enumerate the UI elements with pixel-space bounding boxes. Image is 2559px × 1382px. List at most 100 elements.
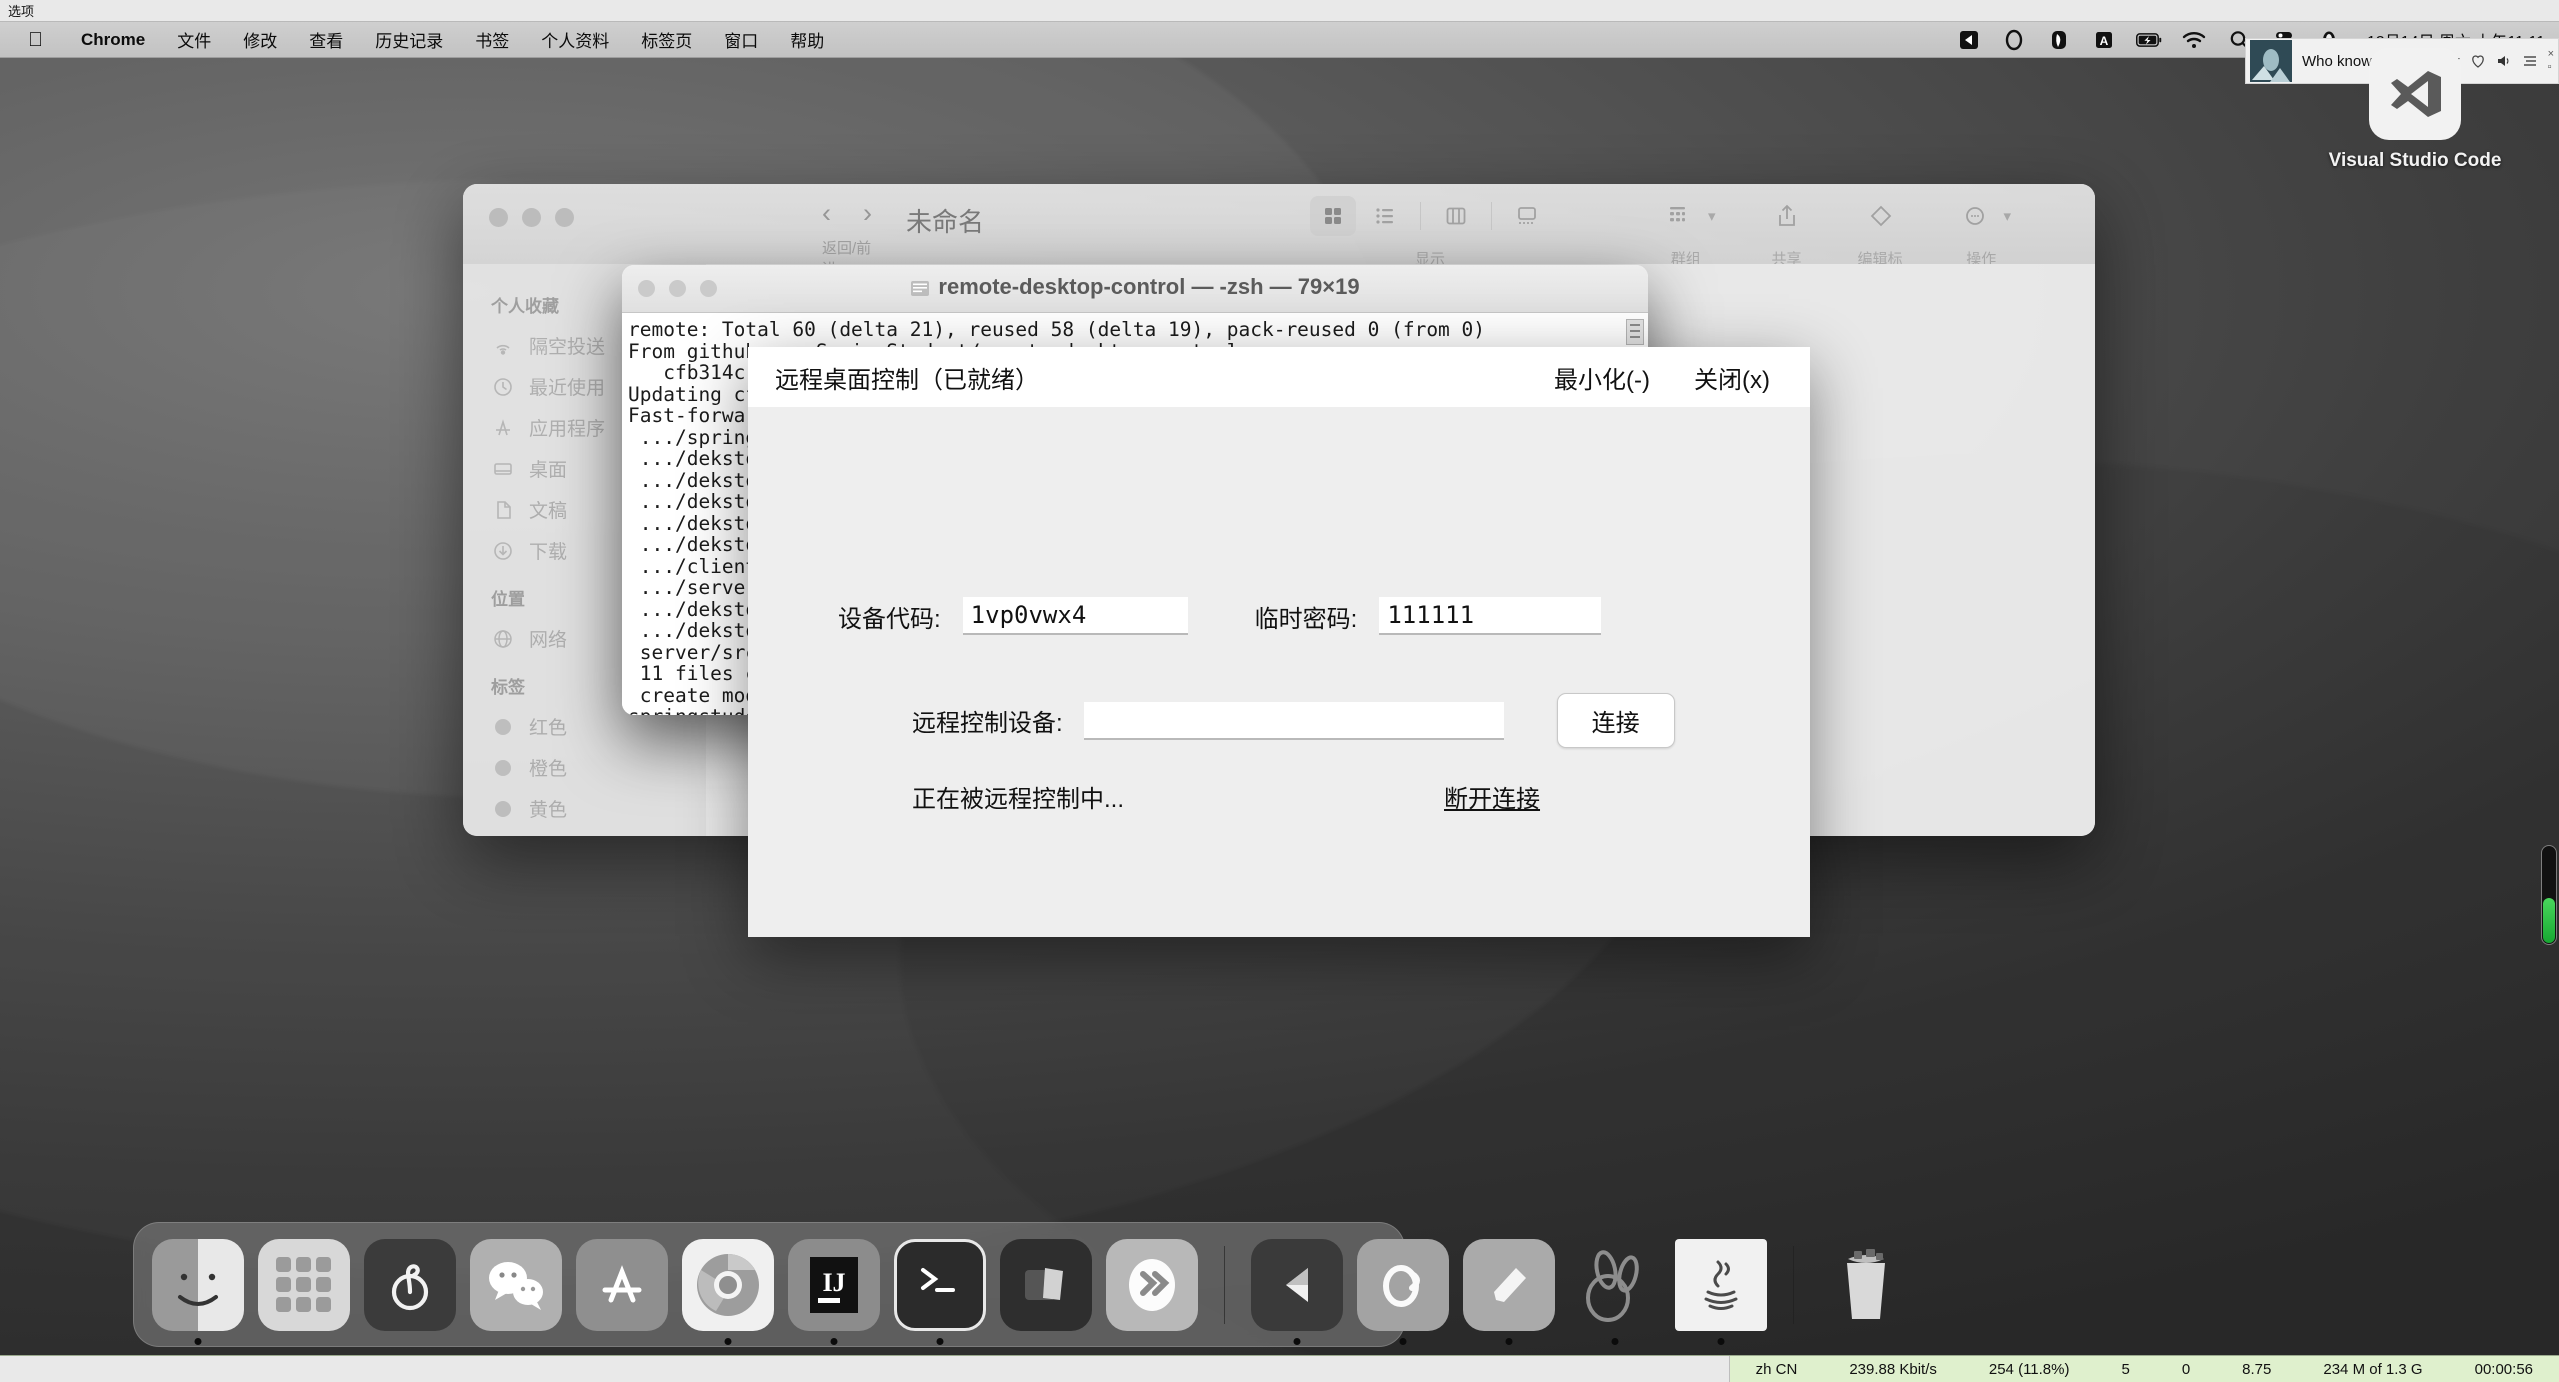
dock-item-trash[interactable] (1820, 1239, 1912, 1331)
dock-item-app-store[interactable] (576, 1238, 668, 1331)
dock-item-intellij-idea[interactable]: IJ (788, 1238, 880, 1345)
dock-item-launchpad[interactable] (258, 1238, 350, 1331)
screen-mirroring-icon[interactable] (1956, 27, 1982, 53)
input-source-icon[interactable] (2046, 27, 2072, 53)
dialog-body: 设备代码: 临时密码: 远程控制设备: 连接 正在被远程控制中... 断开连接 (748, 407, 1810, 937)
status-locale: zh CN (1755, 1360, 1798, 1378)
options-strip[interactable]: 选项 (0, 0, 2559, 22)
remote-desktop-dialog[interactable]: 远程桌面控制（已就绪） 最小化(-) 关闭(x) 设备代码: 临时密码: 远程控… (748, 347, 1810, 937)
dock-item-terminal[interactable] (894, 1238, 986, 1345)
device-code-label: 设备代码: (838, 605, 941, 633)
dialog-title: 远程桌面控制（已就绪） (775, 366, 1039, 394)
dock-item-pencil[interactable] (1463, 1238, 1555, 1345)
back-icon[interactable]: ‹ (822, 198, 831, 229)
dock-divider (1224, 1245, 1225, 1324)
chevron-down-icon[interactable]: ▾ (2004, 207, 2012, 225)
minimize-icon[interactable] (522, 208, 541, 227)
close-icon[interactable] (489, 208, 508, 227)
icon-view-icon[interactable] (1310, 196, 1357, 236)
menu-item-help[interactable]: 帮助 (774, 27, 840, 52)
launchpad-icon (258, 1238, 350, 1331)
disconnect-link[interactable]: 断开连接 (1444, 779, 1540, 814)
running-indicator (1505, 1337, 1513, 1345)
gallery-view-icon[interactable] (1504, 196, 1550, 236)
status-value-6: 8.75 (2242, 1360, 2272, 1378)
finder-view-group: 显示 (1310, 184, 1550, 269)
menu-item-file[interactable]: 文件 (161, 27, 227, 52)
menu-item-view[interactable]: 查看 (293, 27, 359, 52)
playlist-icon[interactable] (2522, 53, 2538, 69)
status-row: 正在被远程控制中... 断开连接 (748, 779, 1810, 814)
screen-root: 选项  Chrome 文件 修改 查看 历史记录 书签 个人资料 标签页 窗口… (0, 0, 2559, 1382)
sidebar-item-label: 隔空投送 (529, 337, 606, 358)
maximize-icon[interactable] (555, 208, 574, 227)
minimize-button[interactable]: 最小化(-) (1554, 360, 1650, 395)
tag-icon[interactable] (1858, 196, 1904, 236)
close-icon[interactable]: × (2548, 49, 2554, 60)
share-icon[interactable] (1764, 196, 1810, 236)
status-value-5: 0 (2181, 1360, 2191, 1378)
desktop-icon-vscode[interactable]: Visual Studio Code (2320, 48, 2510, 172)
column-view-icon[interactable] (1433, 196, 1479, 236)
apple-menu-icon[interactable]:  (0, 30, 65, 50)
list-view-icon[interactable] (1362, 196, 1408, 236)
terminal-title-text: remote-desktop-control — -zsh — 79×19 (622, 274, 1648, 303)
dock-item-snipaste[interactable] (1569, 1239, 1661, 1345)
sidebar-item-tag-orange[interactable]: 橙色 (463, 747, 706, 788)
close-button[interactable]: 关闭(x) (1694, 360, 1770, 395)
group-icon[interactable] (1656, 196, 1702, 236)
action-menu-icon[interactable] (1952, 196, 1998, 236)
group-button[interactable]: ▾ (1656, 196, 1716, 236)
chevron-down-icon[interactable]: ▾ (1708, 207, 1716, 225)
sidebar-item-label: 红色 (529, 718, 568, 739)
nav-arrows: ‹ › (822, 198, 872, 229)
dock-item-notes[interactable] (1000, 1238, 1092, 1331)
restore-icon[interactable]: ▫ (2548, 62, 2554, 73)
dock-item-wechat[interactable] (470, 1238, 562, 1331)
clock-icon (491, 375, 515, 399)
temp-password-input[interactable] (1379, 597, 1602, 635)
svg-text:IJ: IJ (822, 1268, 845, 1297)
menu-item-edit[interactable]: 修改 (227, 27, 293, 52)
menu-item-history[interactable]: 历史记录 (359, 27, 459, 52)
sidebar-item-label: 应用程序 (529, 419, 606, 440)
status-cpu: 254 (11.8%) (1988, 1360, 2070, 1378)
forward-icon[interactable]: › (863, 198, 872, 229)
notes-icon (1000, 1238, 1092, 1331)
sidebar-item-tag-green[interactable]: 绿色 (463, 829, 706, 836)
xshell-icon (1106, 1238, 1198, 1331)
dock-item-quicktime[interactable] (1251, 1238, 1343, 1345)
app-store-icon (576, 1238, 668, 1331)
dock-item-chrome[interactable] (682, 1238, 774, 1345)
dock-item-xshell[interactable] (1106, 1238, 1198, 1331)
dock-item-finder[interactable] (152, 1238, 244, 1345)
sidebar-item-label: 网络 (529, 630, 568, 651)
siri-icon[interactable] (2001, 27, 2027, 53)
running-indicator (1717, 1337, 1725, 1345)
menu-item-bookmarks[interactable]: 书签 (459, 27, 525, 52)
sidebar-item-tag-yellow[interactable]: 黄色 (463, 788, 706, 829)
finder-share-group: 共享 (1764, 184, 1810, 269)
terminal-scrollbar[interactable] (1626, 319, 1644, 345)
dock-item-java[interactable] (1675, 1238, 1767, 1345)
remote-device-input[interactable] (1083, 701, 1504, 740)
device-code-input[interactable] (962, 597, 1188, 635)
action-button[interactable]: ▾ (1952, 196, 2012, 236)
screen-edge-scrollbar[interactable] (2541, 845, 2557, 945)
codes-row: 设备代码: 临时密码: (748, 597, 1810, 635)
menu-item-tabs[interactable]: 标签页 (625, 27, 708, 52)
desktop-icon (491, 457, 515, 481)
keyboard-layout-a-icon[interactable]: A (2091, 27, 2117, 53)
options-label: 选项 (8, 4, 35, 19)
wifi-icon[interactable] (2181, 27, 2207, 53)
menu-item-chrome[interactable]: Chrome (65, 30, 161, 50)
sidebar-item-label: 文稿 (529, 501, 568, 522)
dock-item-netease-music[interactable] (364, 1238, 456, 1331)
scrollbar-thumb[interactable] (2543, 898, 2555, 943)
battery-charging-icon[interactable] (2135, 27, 2162, 53)
menu-item-profiles[interactable]: 个人资料 (525, 27, 625, 52)
menu-item-window[interactable]: 窗口 (708, 27, 774, 52)
connect-button[interactable]: 连接 (1556, 693, 1675, 748)
dock-item-chrome-canary[interactable] (1357, 1238, 1449, 1345)
folder-icon (910, 277, 930, 303)
